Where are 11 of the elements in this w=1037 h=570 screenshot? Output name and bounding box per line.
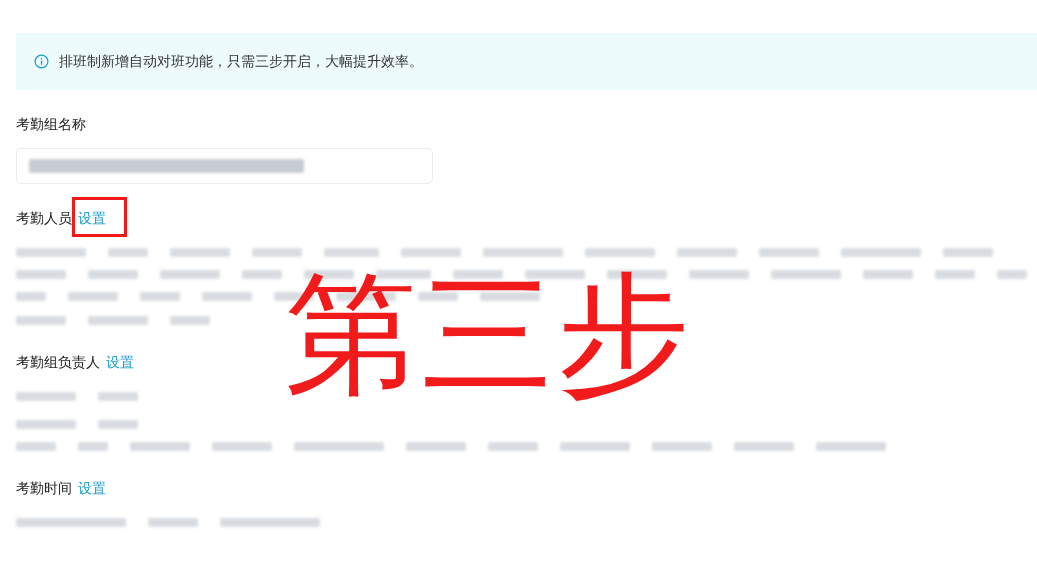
field-label: 考勤时间 [16,480,72,498]
annotation-text: 第三步 [285,262,693,408]
field-label: 考勤组名称 [16,116,86,134]
settings-link[interactable]: 设置 [78,210,106,228]
settings-link[interactable]: 设置 [106,354,134,372]
settings-link[interactable]: 设置 [78,480,106,498]
field-label: 考勤人员 [16,210,72,228]
field-label: 考勤组负责人 [16,354,100,372]
info-icon [34,54,49,69]
name-input-field[interactable] [16,148,433,184]
notice-text: 排班制新增自动对班功能，只需三步开启，大幅提升效率。 [59,52,423,71]
